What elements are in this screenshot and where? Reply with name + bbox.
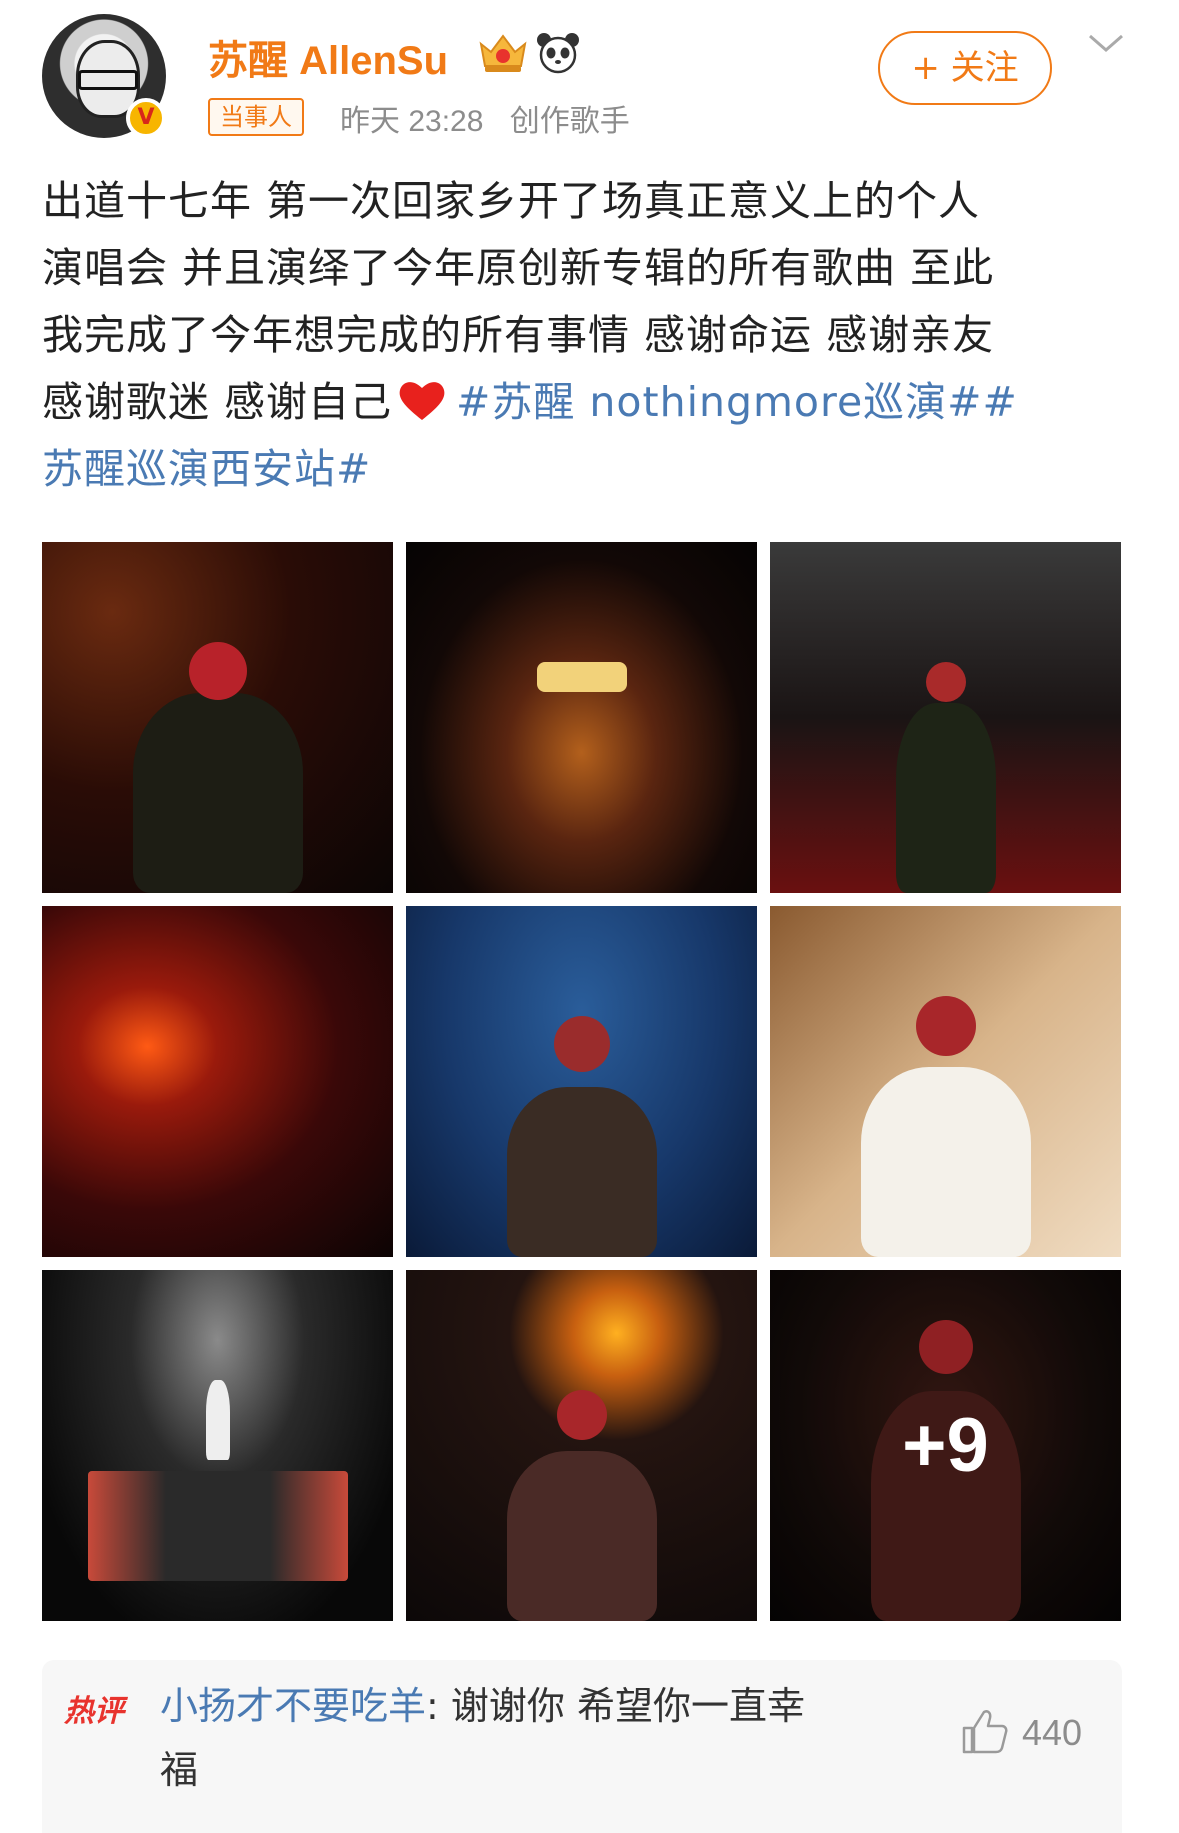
post-text-line: 感谢歌迷 感谢自己 #苏醒 nothingmore巡演## — [42, 369, 1142, 436]
post-text-line: 我完成了今年想完成的所有事情 感谢命运 感谢亲友 — [42, 311, 995, 359]
hashtag-link[interactable]: # — [983, 378, 1018, 426]
author-name[interactable]: 苏醒 AllenSu — [208, 28, 448, 86]
photo-figure-head — [188, 642, 247, 700]
photo-figure — [860, 1067, 1031, 1257]
hashtag-link[interactable]: 苏醒巡演西安站# — [42, 445, 371, 493]
avatar-glasses — [78, 70, 138, 90]
role-tag: 当事人 — [208, 98, 304, 136]
photo-thumbnail[interactable] — [42, 906, 393, 1257]
photo-thumbnail[interactable] — [406, 906, 757, 1257]
post-meta: 昨天 23:28 创作歌手 — [340, 96, 648, 140]
photo-thumbnail[interactable] — [770, 906, 1121, 1257]
photo-thumbnail[interactable] — [42, 542, 393, 893]
like-count: 440 — [1022, 1712, 1083, 1753]
post-time: 昨天 23:28 — [340, 105, 484, 138]
photo-figure — [895, 703, 996, 893]
hashtag-link[interactable]: #苏醒 nothingmore巡演# — [456, 378, 982, 426]
follow-button[interactable]: + 关注 — [878, 31, 1052, 105]
photo-grid: +9 — [42, 542, 1122, 1622]
post-text-segment: 感谢歌迷 感谢自己 — [42, 378, 393, 426]
photo-thumbnail[interactable] — [42, 1270, 393, 1621]
panda-icon — [537, 33, 579, 74]
photo-thumbnail[interactable] — [406, 542, 757, 893]
comment-body-continued: 福 — [160, 1748, 199, 1792]
more-photos-overlay[interactable]: +9 — [770, 1270, 1121, 1621]
comment-separator: : — [426, 1684, 451, 1728]
verified-badge-icon: V — [126, 98, 166, 138]
photo-figure — [506, 1087, 657, 1257]
commenter-name[interactable]: 小扬才不要吃羊 — [160, 1684, 426, 1728]
photo-stage-screen — [87, 1471, 348, 1581]
photo-thumbnail[interactable] — [770, 542, 1121, 893]
photo-stage-light — [536, 662, 627, 692]
thumbs-up-icon[interactable] — [960, 1708, 1008, 1754]
photo-thumbnail[interactable] — [406, 1270, 757, 1621]
chevron-down-icon[interactable] — [1086, 30, 1126, 56]
comment-text: 小扬才不要吃羊: 谢谢你 希望你一直幸 福 — [160, 1674, 970, 1802]
comment-body: 谢谢你 希望你一直幸 — [450, 1684, 805, 1728]
photo-figure — [506, 1451, 657, 1621]
post-text-line: 出道十七年 第一次回家乡开了场真正意义上的个人 — [42, 177, 981, 225]
post-text: 出道十七年 第一次回家乡开了场真正意义上的个人 演唱会 并且演绎了今年原创新专辑… — [42, 168, 1142, 503]
hot-comment-label: 热评 — [64, 1694, 124, 1729]
post-text-line: 演唱会 并且演绎了今年原创新专辑的所有歌曲 至此 — [42, 244, 995, 292]
photo-figure-head — [556, 1390, 607, 1440]
photo-thumbnail[interactable]: +9 — [770, 1270, 1121, 1621]
photo-figure — [132, 693, 303, 893]
heart-icon — [399, 382, 445, 420]
photo-figure-head — [553, 1016, 610, 1072]
post-text-line: 苏醒巡演西安站# — [42, 436, 1142, 503]
hot-comment[interactable]: 热评 小扬才不要吃羊: 谢谢你 希望你一直幸 福 440 — [42, 1660, 1122, 1833]
photo-figure-head — [915, 996, 976, 1056]
post-source: 创作歌手 — [509, 105, 630, 138]
photo-figure — [205, 1380, 230, 1460]
photo-figure-head — [925, 662, 966, 702]
crown-badge-icon — [479, 34, 527, 72]
